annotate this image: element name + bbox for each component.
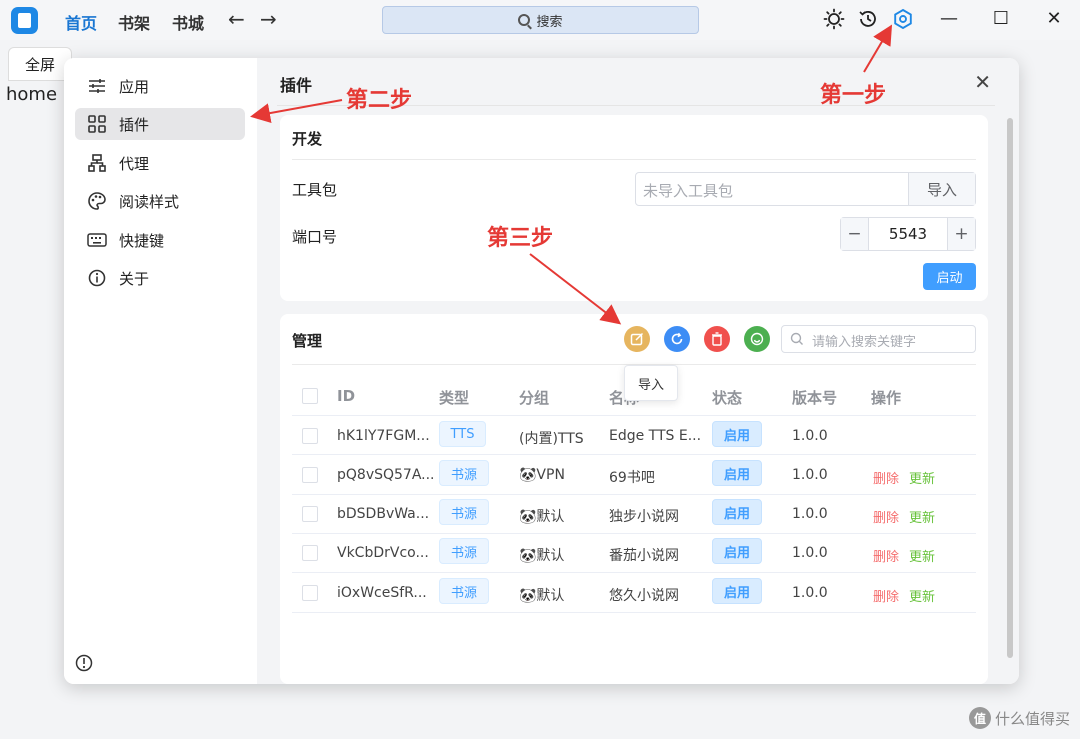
step1-label: 第一步 bbox=[820, 83, 887, 108]
annotation-arrows bbox=[250, 24, 893, 325]
step3-label: 第三步 bbox=[487, 226, 554, 251]
watermark-text: 什么值得买 bbox=[994, 709, 1070, 728]
step2-arrow bbox=[250, 99, 343, 123]
watermark-logo-icon: 值 bbox=[968, 707, 991, 729]
step2-label: 第二步 bbox=[346, 88, 413, 113]
step3-arrow bbox=[529, 253, 622, 325]
step1-arrow bbox=[863, 24, 893, 73]
watermark: 值 什么值得买 bbox=[968, 707, 1070, 729]
